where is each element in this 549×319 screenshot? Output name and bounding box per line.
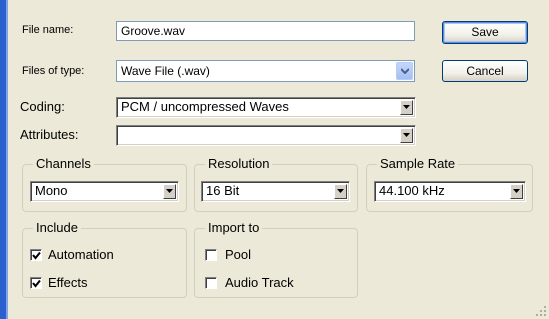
chevron-down-icon[interactable] <box>163 184 176 199</box>
resolution-value: 16 Bit <box>206 183 240 198</box>
audio-track-checkbox[interactable] <box>205 277 217 289</box>
resolution-select[interactable]: 16 Bit <box>201 181 350 202</box>
channels-group-title: Channels <box>33 156 94 171</box>
chevron-down-icon[interactable] <box>400 128 413 143</box>
window-left-border <box>0 0 8 319</box>
files-of-type-value: Wave File (.wav) <box>121 64 210 78</box>
resize-grip-icon[interactable] <box>535 305 547 317</box>
automation-checkbox[interactable] <box>30 249 42 261</box>
attributes-select[interactable] <box>116 125 416 146</box>
resolution-group-title: Resolution <box>205 156 273 171</box>
effects-label[interactable]: Effects <box>48 275 88 290</box>
sample-rate-value: 44.100 kHz <box>379 183 445 198</box>
sample-rate-group-title: Sample Rate <box>377 156 459 171</box>
attributes-label: Attributes: <box>20 127 79 142</box>
effects-checkbox[interactable] <box>30 277 42 289</box>
pool-checkbox[interactable] <box>205 249 217 261</box>
files-of-type-select[interactable]: Wave File (.wav) <box>116 60 415 82</box>
file-name-label: File name: <box>22 24 74 36</box>
audio-track-label[interactable]: Audio Track <box>225 275 294 290</box>
chevron-down-icon[interactable] <box>400 100 413 115</box>
import-to-group-title: Import to <box>205 220 263 235</box>
sample-rate-select[interactable]: 44.100 kHz <box>374 181 526 202</box>
save-button[interactable]: Save <box>442 21 528 44</box>
include-group: Include <box>22 220 187 298</box>
include-group-title: Include <box>33 220 81 235</box>
channels-select[interactable]: Mono <box>30 181 179 202</box>
cancel-button[interactable]: Cancel <box>442 60 528 82</box>
chevron-down-icon[interactable] <box>510 184 523 199</box>
coding-select[interactable]: PCM / uncompressed Waves <box>116 97 416 118</box>
pool-label[interactable]: Pool <box>225 247 251 262</box>
chevron-down-icon[interactable] <box>396 62 413 80</box>
channels-value: Mono <box>35 183 68 198</box>
coding-value: PCM / uncompressed Waves <box>121 99 289 114</box>
files-of-type-label: Files of type: <box>22 65 85 77</box>
file-name-input[interactable]: Groove.wav <box>116 21 415 41</box>
coding-label: Coding: <box>20 99 65 114</box>
automation-label[interactable]: Automation <box>48 247 114 262</box>
chevron-down-icon[interactable] <box>334 184 347 199</box>
